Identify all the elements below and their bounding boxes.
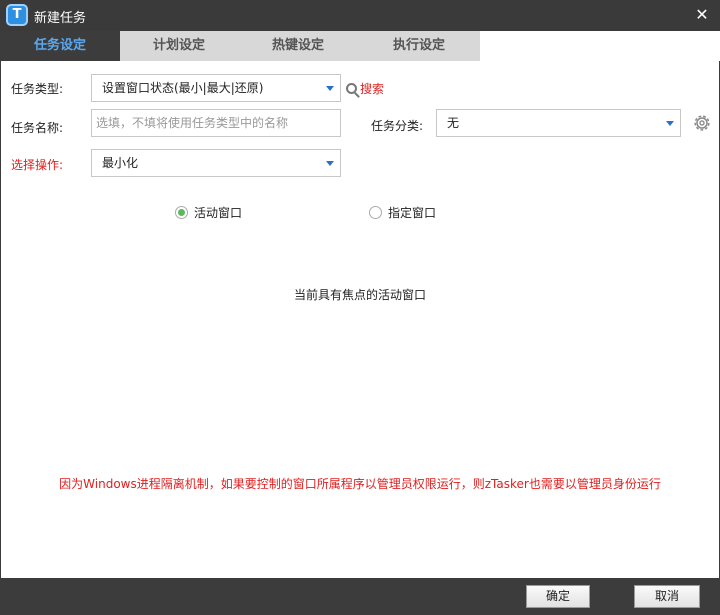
operation-select[interactable]: 最小化 [91, 149, 341, 177]
task-category-label: 任务分类: [371, 119, 424, 133]
task-type-label: 任务类型: [11, 82, 64, 96]
radio-active-window-label: 活动窗口 [194, 206, 243, 220]
search-icon [346, 83, 357, 94]
search-link[interactable]: 搜索 [346, 80, 384, 97]
window-description: 当前具有焦点的活动窗口 [293, 288, 426, 302]
chevron-down-icon [666, 121, 674, 126]
operation-label: 选择操作: [11, 158, 64, 172]
tab-task-settings[interactable]: 任务设定 [0, 31, 120, 61]
tab-bar: 任务设定 计划设定 热键设定 执行设定 [0, 31, 720, 61]
task-settings-panel: 任务类型: 设置窗口状态(最小|最大|还原) 搜索 任务名称: 任务分类: 无 … [1, 61, 719, 578]
admin-warning: 因为Windows进程隔离机制，如果要控制的窗口所属程序以管理员权限运行，则zT… [59, 477, 661, 491]
chevron-down-icon [326, 86, 334, 91]
radio-unchecked-icon [369, 206, 382, 219]
task-category-select[interactable]: 无 [436, 109, 681, 137]
tab-strip-filler [480, 31, 720, 61]
task-name-label: 任务名称: [11, 121, 64, 135]
operation-value: 最小化 [102, 156, 139, 170]
task-category-value: 无 [447, 116, 460, 130]
ztasker-logo-icon [6, 4, 28, 26]
radio-specified-window-label: 指定窗口 [388, 206, 437, 220]
task-name-input[interactable] [91, 109, 341, 137]
task-type-value: 设置窗口状态(最小|最大|还原) [102, 81, 264, 95]
tab-hotkey-settings[interactable]: 热键设定 [238, 31, 358, 61]
footer-bar: 确定 取消 [0, 578, 720, 615]
window-title: 新建任务 [34, 11, 87, 26]
search-label: 搜索 [360, 82, 385, 96]
tab-execution-settings[interactable]: 执行设定 [358, 31, 480, 61]
radio-active-window[interactable]: 活动窗口 [175, 204, 242, 221]
task-type-select[interactable]: 设置窗口状态(最小|最大|还原) [91, 74, 341, 102]
ok-button[interactable]: 确定 [526, 585, 590, 608]
gear-icon[interactable] [691, 112, 713, 134]
tab-schedule-settings[interactable]: 计划设定 [120, 31, 238, 61]
cancel-button[interactable]: 取消 [634, 585, 700, 608]
title-bar: 新建任务 ✕ [0, 0, 720, 31]
chevron-down-icon [326, 161, 334, 166]
radio-specified-window[interactable]: 指定窗口 [369, 204, 436, 221]
close-icon[interactable]: ✕ [692, 5, 712, 25]
radio-checked-icon [175, 206, 188, 219]
